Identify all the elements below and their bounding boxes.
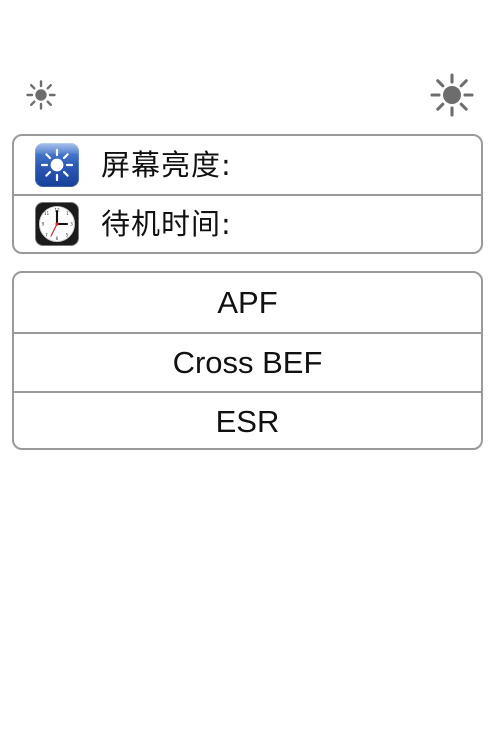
standby-time-setting-row[interactable]: 12 1 3 5 6 7 9 11 待机时间:: [14, 194, 481, 252]
svg-text:5: 5: [66, 233, 69, 238]
brightness-sun-icon: [35, 143, 79, 187]
svg-text:1: 1: [66, 211, 69, 216]
standby-time-label: 待机时间:: [101, 206, 232, 241]
large-sun-icon: [430, 73, 474, 117]
small-sun-icon: [26, 80, 56, 110]
settings-group: 屏幕亮度: 12 1 3 5 6 7 9 11: [12, 134, 483, 254]
clock-icon: 12 1 3 5 6 7 9 11: [35, 202, 79, 246]
options-group: APF Cross BEF ESR: [12, 271, 483, 450]
svg-text:11: 11: [44, 211, 50, 216]
brightness-setting-row[interactable]: 屏幕亮度:: [14, 136, 481, 194]
option-cross-bef[interactable]: Cross BEF: [14, 332, 481, 391]
svg-text:6: 6: [56, 236, 59, 241]
clock-icon: 12 1 3 5 6 7 9 11: [39, 206, 75, 242]
brightness-sun-icon: [35, 143, 79, 182]
option-esr[interactable]: ESR: [14, 391, 481, 448]
brightness-scale: [0, 70, 500, 120]
svg-text:7: 7: [45, 233, 48, 238]
svg-text:3: 3: [70, 222, 73, 227]
svg-text:9: 9: [42, 222, 45, 227]
brightness-label: 屏幕亮度:: [101, 147, 232, 182]
option-apf[interactable]: APF: [14, 273, 481, 332]
